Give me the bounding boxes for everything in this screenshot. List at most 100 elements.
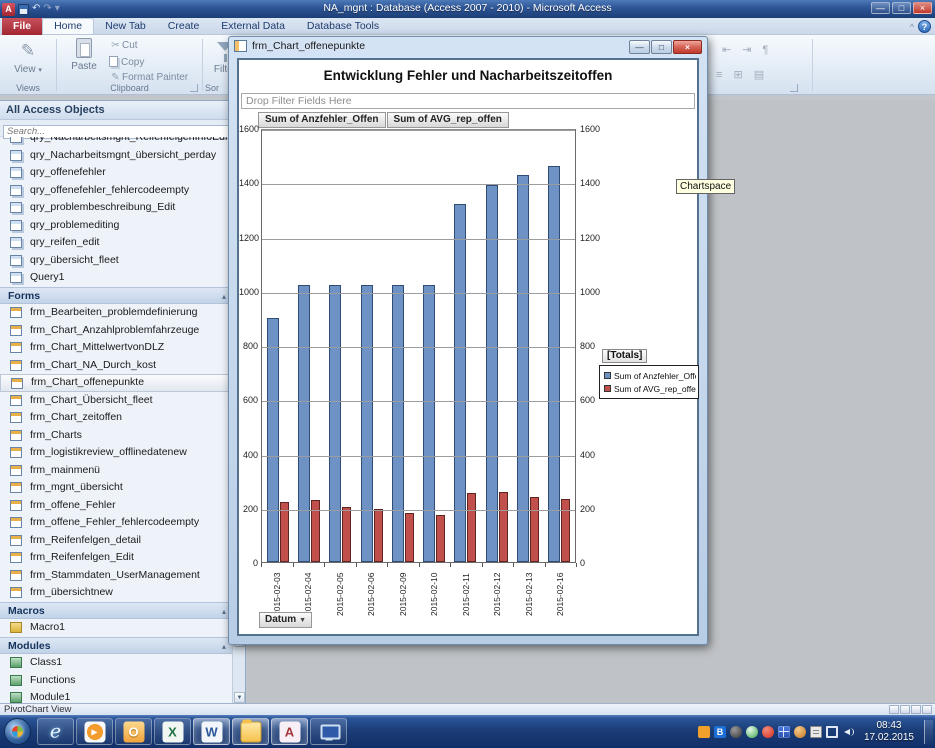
tab-database-tools[interactable]: Database Tools bbox=[296, 18, 390, 35]
nav-item-form[interactable]: frm_Stammdaten_UserManagement bbox=[0, 567, 232, 585]
section-collapse-icon[interactable]: ▴ bbox=[222, 638, 226, 656]
legend-title-button[interactable]: [Totals] bbox=[602, 349, 647, 363]
nav-item-form[interactable]: frm_Bearbeiten_problemdefinierung bbox=[0, 304, 232, 322]
paste-button[interactable]: Paste bbox=[62, 38, 106, 84]
chart-restore-button[interactable]: □ bbox=[651, 40, 672, 54]
nav-item-form[interactable]: frm_Chart_zeitoffen bbox=[0, 409, 232, 427]
tray-dark-sphere-icon[interactable] bbox=[730, 726, 742, 738]
minimize-ribbon-icon[interactable]: ^ bbox=[910, 22, 914, 32]
section-collapse-icon[interactable]: ▴ bbox=[222, 288, 226, 306]
show-desktop-button[interactable] bbox=[924, 720, 933, 744]
text-formatting-dialog-launcher-icon[interactable] bbox=[790, 84, 798, 92]
view-switcher[interactable] bbox=[889, 705, 932, 714]
tray-blue-grid-icon[interactable] bbox=[778, 726, 790, 738]
chart-close-button[interactable]: × bbox=[673, 40, 702, 54]
nav-item-form[interactable]: frm_offene_Fehler_fehlercodeempty bbox=[0, 514, 232, 532]
nav-item-module[interactable]: Functions bbox=[0, 672, 232, 690]
scroll-down-icon[interactable]: ▼ bbox=[234, 692, 245, 703]
nav-section-header-forms[interactable]: Forms▴ bbox=[0, 287, 232, 305]
tab-home[interactable]: Home bbox=[42, 18, 94, 34]
tray-green-sphere-icon[interactable] bbox=[746, 726, 758, 738]
clipboard-dialog-launcher-icon[interactable] bbox=[190, 84, 198, 92]
nav-item-query[interactable]: qry_Nacharbeitsmgnt_übersicht_perday bbox=[0, 147, 232, 165]
cut-button[interactable]: ✂Cut bbox=[109, 40, 138, 55]
nav-item-form[interactable]: frm_mainmenü bbox=[0, 462, 232, 480]
nav-list: qry_Nacharbeitsmgnt_ReifenfelgenInfoEdit… bbox=[0, 137, 232, 703]
nav-item-query[interactable]: qry_offenefehler bbox=[0, 164, 232, 182]
nav-item-form[interactable]: frm_Chart_Übersicht_fleet bbox=[0, 392, 232, 410]
field-button-1[interactable]: Sum of AVG_rep_offen bbox=[387, 112, 509, 128]
form-object-icon bbox=[10, 447, 22, 458]
nav-item-query[interactable]: Query1 bbox=[0, 269, 232, 287]
taskbar-word-button[interactable] bbox=[193, 718, 230, 745]
legend-entry: Sum of Anzfehler_Offen bbox=[602, 369, 696, 382]
tab-create[interactable]: Create bbox=[157, 18, 211, 35]
x-axis-label: 2015-02-16 bbox=[545, 568, 577, 616]
nav-item-form[interactable]: frm_Chart_offenepunkte bbox=[0, 374, 232, 392]
taskbar-outlook-button[interactable] bbox=[115, 718, 152, 745]
taskbar-remote-desktop-button[interactable] bbox=[310, 718, 347, 745]
nav-item-module[interactable]: Module1 bbox=[0, 689, 232, 703]
tray-speaker-icon[interactable] bbox=[842, 726, 854, 738]
nav-item-macro[interactable]: Macro1 bbox=[0, 619, 232, 637]
taskbar-excel-button[interactable] bbox=[154, 718, 191, 745]
tab-file[interactable]: File bbox=[2, 18, 42, 35]
close-button[interactable]: × bbox=[913, 2, 932, 14]
nav-item-form[interactable]: frm_Charts bbox=[0, 427, 232, 445]
clock[interactable]: 08:43 17.02.2015 bbox=[864, 720, 914, 744]
tab-new-tab[interactable]: New Tab bbox=[94, 18, 157, 35]
tray-orange-blob-icon[interactable] bbox=[794, 726, 806, 738]
nav-item-form[interactable]: frm_mgnt_übersicht bbox=[0, 479, 232, 497]
internet-explorer-icon bbox=[45, 721, 66, 742]
field-button-0[interactable]: Sum of Anzfehler_Offen bbox=[258, 112, 386, 128]
nav-item-query[interactable]: qry_reifen_edit bbox=[0, 234, 232, 252]
pivotchart-area: Entwicklung Fehler und Nacharbeitszeitof… bbox=[237, 58, 699, 636]
nav-item-query[interactable]: qry_problemediting bbox=[0, 217, 232, 235]
nav-item-query[interactable]: qry_übersicht_fleet bbox=[0, 252, 232, 270]
taskbar-access-button[interactable] bbox=[271, 718, 308, 745]
nav-item-form[interactable]: frm_Chart_Anzahlproblemfahrzeuge bbox=[0, 322, 232, 340]
tray-clipboard-icon[interactable] bbox=[810, 726, 822, 738]
tray-yellow-icon[interactable] bbox=[698, 726, 710, 738]
tab-external-data[interactable]: External Data bbox=[210, 18, 296, 35]
nav-item-query[interactable]: qry_problembeschreibung_Edit bbox=[0, 199, 232, 217]
nav-item-label: frm_offene_Fehler bbox=[30, 499, 116, 511]
view-button[interactable]: ✎ View ▾ bbox=[6, 38, 50, 84]
help-icon[interactable]: ? bbox=[918, 20, 931, 33]
x-axis-tick bbox=[513, 563, 514, 567]
minimize-button[interactable]: — bbox=[871, 2, 890, 14]
nav-item-form[interactable]: frm_Chart_NA_Durch_kost bbox=[0, 357, 232, 375]
chart-window-titlebar[interactable]: frm_Chart_offenepunkte — □ × bbox=[229, 37, 707, 56]
bar-avg-rep-2015-02-11 bbox=[467, 493, 476, 562]
section-collapse-icon[interactable]: ▴ bbox=[222, 603, 226, 621]
x-axis-label: 2015-02-12 bbox=[482, 568, 514, 616]
nav-item-form[interactable]: frm_Chart_MittelwertvonDLZ bbox=[0, 339, 232, 357]
tray-red-badge-icon[interactable] bbox=[762, 726, 774, 738]
gridline bbox=[262, 401, 575, 402]
nav-item-form[interactable]: frm_Reifenfelgen_detail bbox=[0, 532, 232, 550]
nav-item-form[interactable]: frm_Reifenfelgen_Edit bbox=[0, 549, 232, 567]
category-field-button[interactable]: Datum▼ bbox=[259, 612, 312, 628]
gridline bbox=[262, 456, 575, 457]
start-button[interactable] bbox=[4, 718, 31, 745]
nav-section-header-modules[interactable]: Modules▴ bbox=[0, 637, 232, 655]
maximize-button[interactable]: □ bbox=[892, 2, 911, 14]
nav-pane-header[interactable]: All Access Objects « bbox=[0, 101, 245, 120]
taskbar-internet-explorer-button[interactable] bbox=[37, 718, 74, 745]
tray-bluetooth-icon[interactable]: B bbox=[714, 726, 726, 738]
nav-item-form[interactable]: frm_logistikreview_offlinedatenew bbox=[0, 444, 232, 462]
taskbar-media-player-button[interactable] bbox=[76, 718, 113, 745]
query-object-icon bbox=[10, 272, 22, 283]
nav-item-form[interactable]: frm_offene_Fehler bbox=[0, 497, 232, 515]
nav-item-query[interactable]: qry_Nacharbeitsmgnt_ReifenfelgenInfoEdit bbox=[0, 137, 232, 147]
nav-item-module[interactable]: Class1 bbox=[0, 654, 232, 672]
copy-button[interactable]: Copy bbox=[109, 56, 144, 71]
filter-drop-zone[interactable]: Drop Filter Fields Here bbox=[241, 93, 695, 109]
taskbar-explorer-button[interactable] bbox=[232, 718, 269, 745]
nav-item-form[interactable]: frm_übersichtnew bbox=[0, 584, 232, 602]
nav-item-query[interactable]: qry_offenefehler_fehlercodeempty bbox=[0, 182, 232, 200]
nav-section-header-macros[interactable]: Macros▴ bbox=[0, 602, 232, 620]
indent-icons: ⇤ ⇥ ¶ bbox=[722, 43, 772, 56]
tray-window-icon[interactable] bbox=[826, 726, 838, 738]
chart-minimize-button[interactable]: — bbox=[629, 40, 650, 54]
